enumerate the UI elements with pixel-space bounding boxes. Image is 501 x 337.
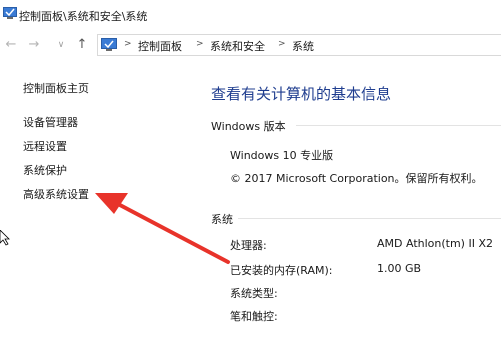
windows-edition-section-title: Windows 版本 — [211, 120, 286, 133]
mouse-cursor-icon — [0, 230, 10, 246]
chevron-right-icon[interactable]: > — [196, 39, 204, 49]
control-panel-home-link[interactable]: 控制面板主页 — [23, 80, 89, 96]
up-arrow-icon: ↑ — [76, 37, 88, 52]
system-section-title: 系统 — [211, 213, 233, 226]
recent-locations-button[interactable]: ∨ — [55, 38, 67, 52]
device-manager-link[interactable]: 设备管理器 — [23, 114, 78, 130]
chevron-right-icon[interactable]: > — [124, 39, 132, 49]
up-button[interactable]: ↑ — [75, 38, 89, 52]
processor-value: AMD Athlon(tm) II X2 — [377, 237, 493, 250]
chevron-right-icon[interactable]: > — [278, 39, 286, 49]
processor-label: 处理器: — [230, 239, 267, 252]
window-title: 控制面板\系统和安全\系统 — [19, 10, 148, 23]
control-panel-icon — [101, 38, 117, 51]
system-protection-link[interactable]: 系统保护 — [23, 162, 67, 178]
breadcrumb-system-security[interactable]: 系统和安全 — [210, 38, 265, 54]
right-arrow-icon: → — [28, 37, 40, 52]
system-icon — [3, 7, 17, 19]
breadcrumb-system[interactable]: 系统 — [292, 38, 314, 54]
back-button[interactable]: ← — [4, 38, 18, 52]
windows-edition-value: Windows 10 专业版 — [230, 149, 334, 162]
breadcrumb-control-panel[interactable]: 控制面板 — [138, 38, 182, 54]
remote-settings-link[interactable]: 远程设置 — [23, 138, 67, 154]
copyright-text: © 2017 Microsoft Corporation。保留所有权利。 — [230, 172, 483, 185]
ram-value: 1.00 GB — [377, 262, 422, 275]
page-title: 查看有关计算机的基本信息 — [211, 85, 392, 103]
pen-touch-label: 笔和触控: — [230, 310, 278, 323]
chevron-down-icon: ∨ — [57, 40, 65, 50]
left-arrow-icon: ← — [5, 37, 17, 52]
ram-label: 已安装的内存(RAM): — [230, 264, 333, 277]
forward-button[interactable]: → — [27, 38, 41, 52]
advanced-system-settings-link[interactable]: 高级系统设置 — [23, 186, 89, 202]
system-type-label: 系统类型: — [230, 287, 278, 300]
section-divider — [238, 218, 501, 219]
section-divider — [296, 125, 501, 126]
